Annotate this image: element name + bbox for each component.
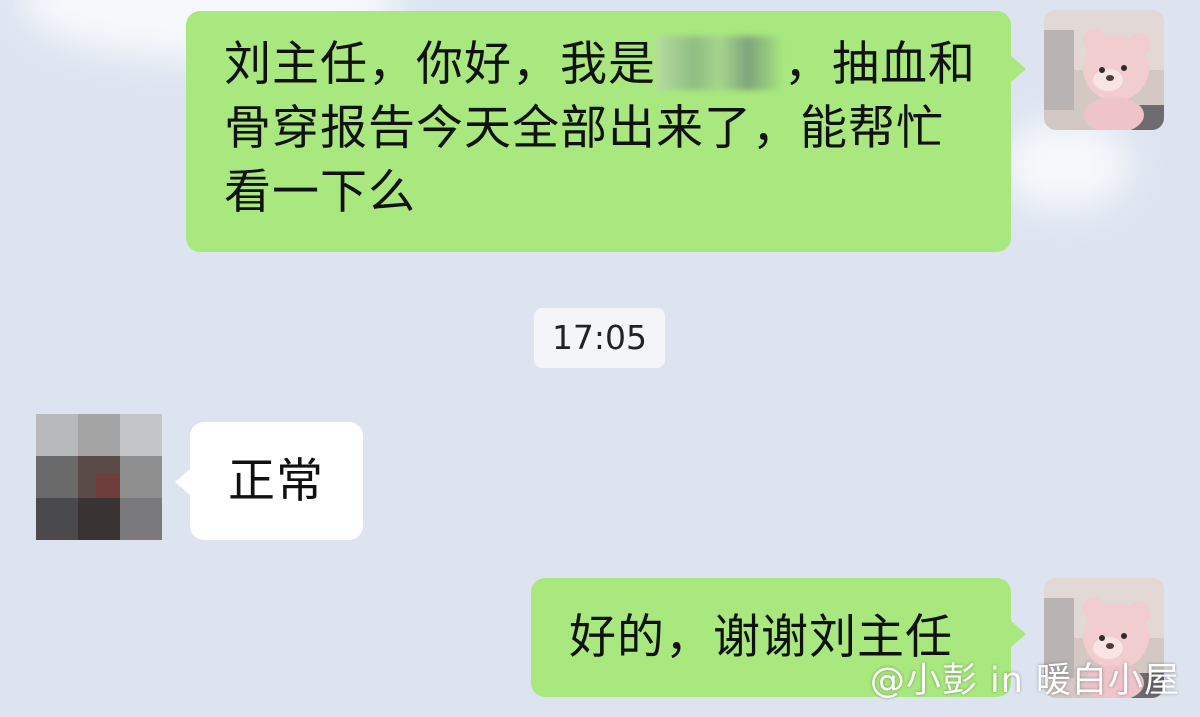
pink-bear-avatar-icon — [1044, 10, 1164, 130]
watermark: @小彭 in 暖白小屋 — [869, 661, 1180, 701]
doctor-avatar[interactable] — [36, 414, 162, 540]
redacted-name — [656, 36, 784, 90]
bubble-tail — [175, 468, 191, 496]
pixelated-avatar-icon — [36, 414, 162, 540]
my-message-bubble[interactable]: 刘主任，你好，我是 ，抽血和骨穿报告今天全部出来了，能帮忙看一下么 — [186, 11, 1011, 252]
bubble-tail — [1010, 55, 1026, 83]
bubble-tail — [1010, 620, 1026, 648]
my-avatar[interactable] — [1044, 10, 1164, 130]
background-cloud — [1000, 120, 1130, 210]
message-timestamp: 17:05 — [534, 308, 665, 368]
doctor-message-bubble[interactable]: 正常 — [190, 422, 363, 540]
message-text: 正常 — [228, 454, 324, 509]
message-text-part: 刘主任，你好，我是 — [224, 37, 656, 92]
